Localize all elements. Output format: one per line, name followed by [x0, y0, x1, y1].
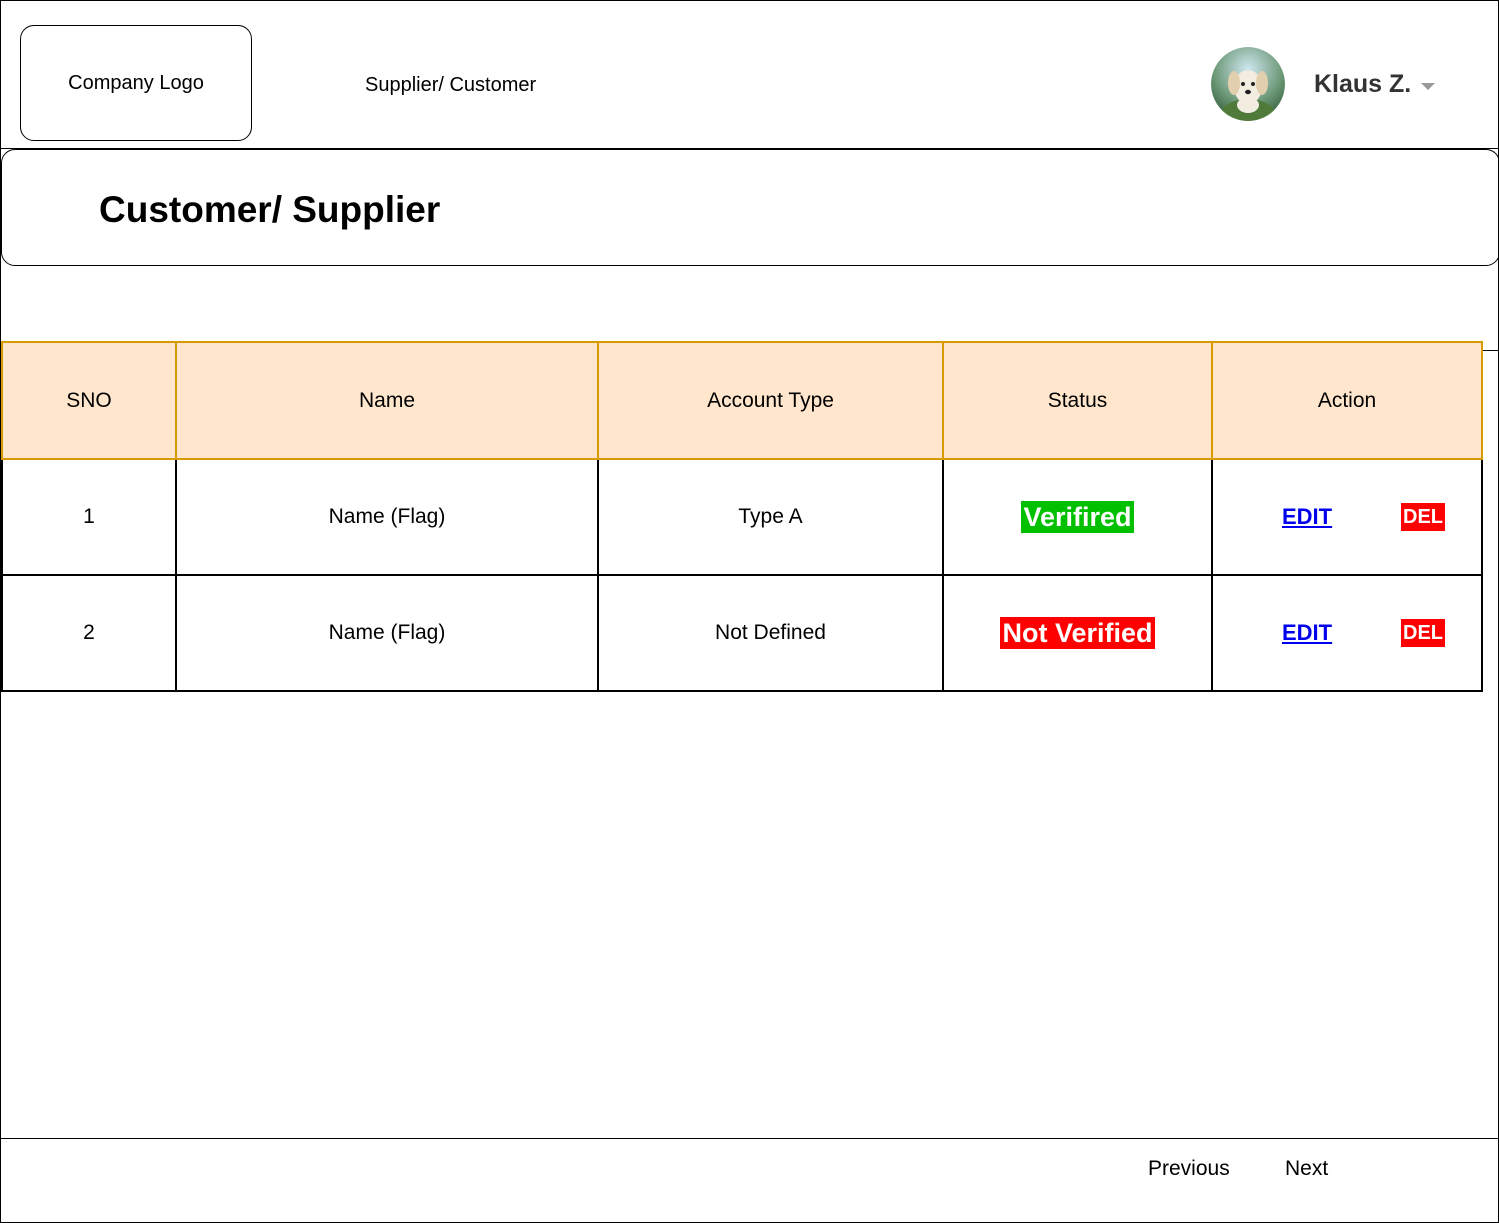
company-logo[interactable]: Company Logo — [20, 25, 252, 141]
cell-action: EDIT DEL — [1211, 458, 1483, 576]
cell-action: EDIT DEL — [1211, 574, 1483, 692]
cell-account-type: Not Defined — [597, 574, 944, 692]
page-frame: Company Logo Supplier/ Customer Klaus Z. — [0, 0, 1499, 1223]
title-banner: Customer/ Supplier — [1, 149, 1498, 266]
previous-page-button[interactable]: Previous — [1148, 1155, 1230, 1183]
column-header-action: Action — [1211, 341, 1483, 460]
cell-sno: 1 — [1, 458, 177, 576]
chevron-down-icon — [1421, 82, 1436, 90]
edit-link[interactable]: EDIT — [1282, 504, 1332, 530]
company-logo-label: Company Logo — [68, 71, 204, 94]
user-menu[interactable]: Klaus Z. — [1211, 45, 1436, 123]
column-header-name: Name — [175, 341, 599, 460]
nav-link-supplier-customer[interactable]: Supplier/ Customer — [365, 71, 536, 99]
table-header-row: SNO Name Account Type Status Action — [1, 341, 1483, 460]
column-header-status: Status — [942, 341, 1213, 460]
cell-status: Verifired — [942, 458, 1213, 576]
cell-account-type: Type A — [597, 458, 944, 576]
avatar — [1211, 47, 1285, 121]
table-row: 2 Name (Flag) Not Defined Not Verified E… — [1, 574, 1483, 692]
user-name: Klaus Z. — [1314, 69, 1412, 98]
column-header-account-type: Account Type — [597, 341, 944, 460]
edit-link[interactable]: EDIT — [1282, 620, 1332, 646]
cell-status: Not Verified — [942, 574, 1213, 692]
delete-button[interactable]: DEL — [1401, 619, 1445, 647]
status-badge: Verifired — [1021, 501, 1134, 533]
column-header-sno: SNO — [1, 341, 177, 460]
status-badge: Not Verified — [1000, 617, 1155, 649]
footer-divider — [1, 1138, 1498, 1139]
cell-sno: 2 — [1, 574, 177, 692]
cell-name: Name (Flag) — [175, 574, 599, 692]
customer-supplier-table: SNO Name Account Type Status Action 1 Na… — [1, 341, 1483, 692]
table-row: 1 Name (Flag) Type A Verifired EDIT DEL — [1, 458, 1483, 576]
page-title: Customer/ Supplier — [99, 189, 441, 230]
delete-button[interactable]: DEL — [1401, 503, 1445, 531]
next-page-button[interactable]: Next — [1285, 1155, 1328, 1183]
cell-name: Name (Flag) — [175, 458, 599, 576]
